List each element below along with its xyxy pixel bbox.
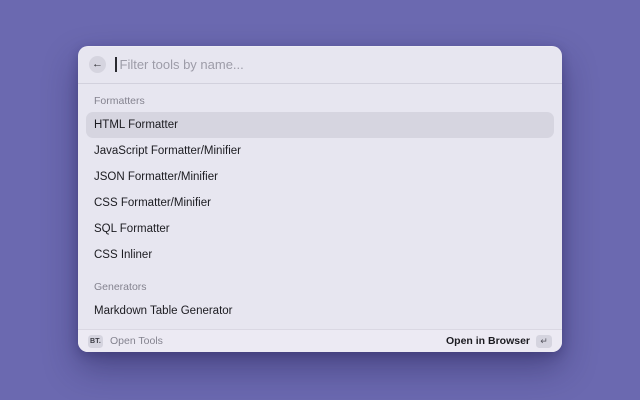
search-input[interactable] [116,57,551,72]
enter-keycap: ↵ [536,334,552,348]
search-input-wrap [115,57,551,72]
list-item-label: HTML Formatter [94,119,178,131]
extension-logo-icon: BT. [88,334,103,348]
back-arrow-icon: ← [92,58,103,70]
list-item[interactable]: JavaScript Formatter/Minifier [86,138,554,164]
tool-list: Formatters HTML Formatter JavaScript Forma… [78,84,562,329]
section-label: Formatters [94,95,145,107]
open-in-browser-button[interactable]: Open in Browser ↵ [445,334,552,348]
list-item[interactable]: JSON Formatter/Minifier [86,164,554,190]
list-item-label: JSON Formatter/Minifier [94,171,218,183]
search-bar: ← [78,46,562,84]
list-item-label: CSS Formatter/Minifier [94,197,211,209]
enter-key-icon: ↵ [540,335,548,346]
primary-action-label: Open in Browser [445,335,530,347]
back-button[interactable]: ← [89,56,106,73]
list-item[interactable]: Markdown Table Generator [86,298,554,324]
list-item[interactable]: SQL Formatter [86,216,554,242]
list-item-label: SQL Formatter [94,223,170,235]
section-label: Generators [94,281,147,293]
footer-left: BT. Open Tools [88,334,163,348]
footer-bar: BT. Open Tools Open in Browser ↵ [78,329,562,352]
list-item-label: CSS Inliner [94,249,153,261]
list-item[interactable]: CSS Formatter/Minifier [86,190,554,216]
list-item-label: Markdown Table Generator [94,305,233,317]
list-item[interactable]: CSS Inliner [86,242,554,268]
list-item-label: JavaScript Formatter/Minifier [94,145,241,157]
extension-name: Open Tools [110,335,163,347]
command-palette-window: ← Formatters HTML Formatter JavaScript For… [78,46,562,352]
list-item[interactable]: HTML Formatter [86,112,554,138]
